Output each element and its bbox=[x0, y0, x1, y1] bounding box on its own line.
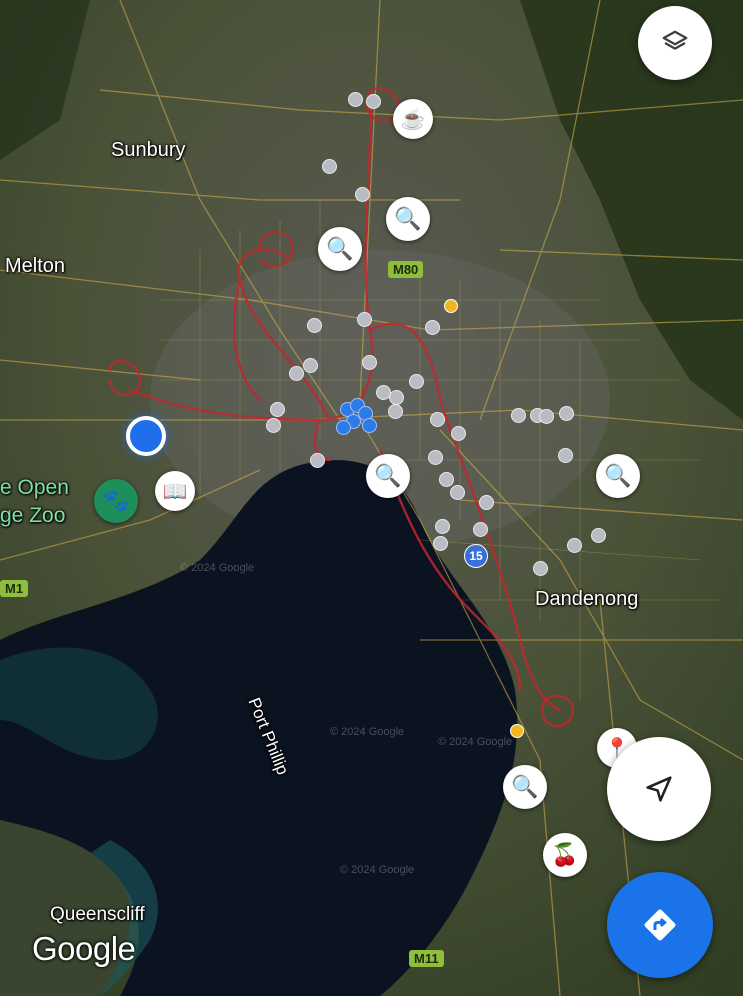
visited-place-dot[interactable] bbox=[266, 418, 281, 433]
magnifier-icon: 🔍 bbox=[604, 463, 632, 488]
visited-place-dot[interactable] bbox=[451, 426, 466, 441]
cherry-icon: 🍒 bbox=[551, 842, 579, 867]
road-shield-m11: M11 bbox=[409, 950, 444, 967]
layers-button[interactable] bbox=[638, 6, 712, 80]
poi-search-3[interactable]: 🔍 bbox=[366, 454, 410, 498]
layers-icon bbox=[662, 30, 688, 50]
yellow-place-dot[interactable] bbox=[510, 724, 524, 738]
paw-icon: 🐾 bbox=[102, 488, 130, 513]
visited-place-dot[interactable] bbox=[428, 450, 443, 465]
visited-place-dot[interactable] bbox=[303, 358, 318, 373]
visited-place-dot[interactable] bbox=[322, 159, 337, 174]
visited-place-dot[interactable] bbox=[567, 538, 582, 553]
visited-place-dot[interactable] bbox=[433, 536, 448, 551]
magnifier-icon: 🔍 bbox=[326, 236, 354, 261]
visited-place-dot[interactable] bbox=[559, 406, 574, 421]
map-watermark: © 2024 Google bbox=[180, 562, 255, 574]
visited-place-dot[interactable] bbox=[435, 519, 450, 534]
magnifier-icon: 🔍 bbox=[374, 463, 402, 488]
visited-place-dot[interactable] bbox=[591, 528, 606, 543]
visited-place-dot[interactable] bbox=[389, 390, 404, 405]
google-logo: Google bbox=[32, 930, 136, 967]
visited-place-dot[interactable] bbox=[366, 94, 381, 109]
poi-search-1[interactable]: 🔍 bbox=[386, 197, 430, 241]
visited-place-dot[interactable] bbox=[533, 561, 548, 576]
book-icon: 📖 bbox=[162, 480, 188, 503]
visited-place-dot[interactable] bbox=[439, 472, 454, 487]
visited-place-dot[interactable] bbox=[289, 366, 304, 381]
poi-coffee[interactable]: ☕ bbox=[393, 99, 433, 139]
visited-place-dot[interactable] bbox=[539, 409, 554, 424]
place-label-dandenong: Dandenong bbox=[535, 588, 639, 610]
poi-search-4[interactable]: 🔍 bbox=[596, 454, 640, 498]
place-label-melton: Melton bbox=[5, 255, 66, 277]
visited-place-dot[interactable] bbox=[307, 318, 322, 333]
visited-place-dot[interactable] bbox=[430, 412, 445, 427]
poi-book[interactable]: 📖 bbox=[155, 471, 195, 511]
place-label-zoo-line1: e Open bbox=[0, 476, 69, 499]
directions-button[interactable] bbox=[607, 872, 713, 978]
recenter-navigation-button[interactable] bbox=[607, 737, 711, 841]
map-watermark: © 2024 Google bbox=[340, 864, 415, 876]
cluster-dot[interactable] bbox=[362, 418, 377, 433]
visited-place-dot[interactable] bbox=[362, 355, 377, 370]
yellow-place-dot[interactable] bbox=[444, 299, 458, 313]
map-canvas[interactable]: Sunbury Melton e Open ge Zoo Dandenong P… bbox=[0, 0, 743, 996]
cluster-dot[interactable] bbox=[336, 420, 351, 435]
directions-icon bbox=[644, 909, 676, 941]
visited-place-dot[interactable] bbox=[357, 312, 372, 327]
road-shield-m1: M1 bbox=[0, 580, 29, 597]
place-label-zoo-line2: ge Zoo bbox=[0, 504, 66, 527]
poi-zoo[interactable]: 🐾 bbox=[94, 479, 138, 523]
poi-search-5[interactable]: 🔍 bbox=[503, 765, 547, 809]
visited-place-dot[interactable] bbox=[270, 402, 285, 417]
route-shield-15: 15 bbox=[464, 544, 488, 568]
my-location-marker bbox=[126, 416, 166, 456]
map-watermark: © 2024 Google bbox=[438, 736, 513, 748]
visited-place-dot[interactable] bbox=[450, 485, 465, 500]
visited-place-dot[interactable] bbox=[348, 92, 363, 107]
poi-search-2[interactable]: 🔍 bbox=[318, 227, 362, 271]
visited-place-dot[interactable] bbox=[355, 187, 370, 202]
road-shield-m80: M80 bbox=[388, 261, 424, 278]
visited-place-dot[interactable] bbox=[310, 453, 325, 468]
visited-place-dot[interactable] bbox=[558, 448, 573, 463]
place-label-queenscliff: Queenscliff bbox=[50, 904, 145, 925]
visited-place-dot[interactable] bbox=[425, 320, 440, 335]
navigation-arrow-icon bbox=[646, 776, 672, 802]
magnifier-icon: 🔍 bbox=[394, 206, 422, 231]
place-label-sunbury: Sunbury bbox=[111, 139, 186, 161]
visited-place-dot[interactable] bbox=[479, 495, 494, 510]
poi-cherry[interactable]: 🍒 bbox=[543, 833, 587, 877]
visited-place-dot[interactable] bbox=[511, 408, 526, 423]
visited-place-dot[interactable] bbox=[409, 374, 424, 389]
visited-place-dot[interactable] bbox=[388, 404, 403, 419]
map-watermark: © 2024 Google bbox=[330, 726, 405, 738]
visited-place-dot[interactable] bbox=[473, 522, 488, 537]
coffee-icon: ☕ bbox=[400, 108, 426, 131]
magnifier-icon: 🔍 bbox=[511, 774, 539, 799]
